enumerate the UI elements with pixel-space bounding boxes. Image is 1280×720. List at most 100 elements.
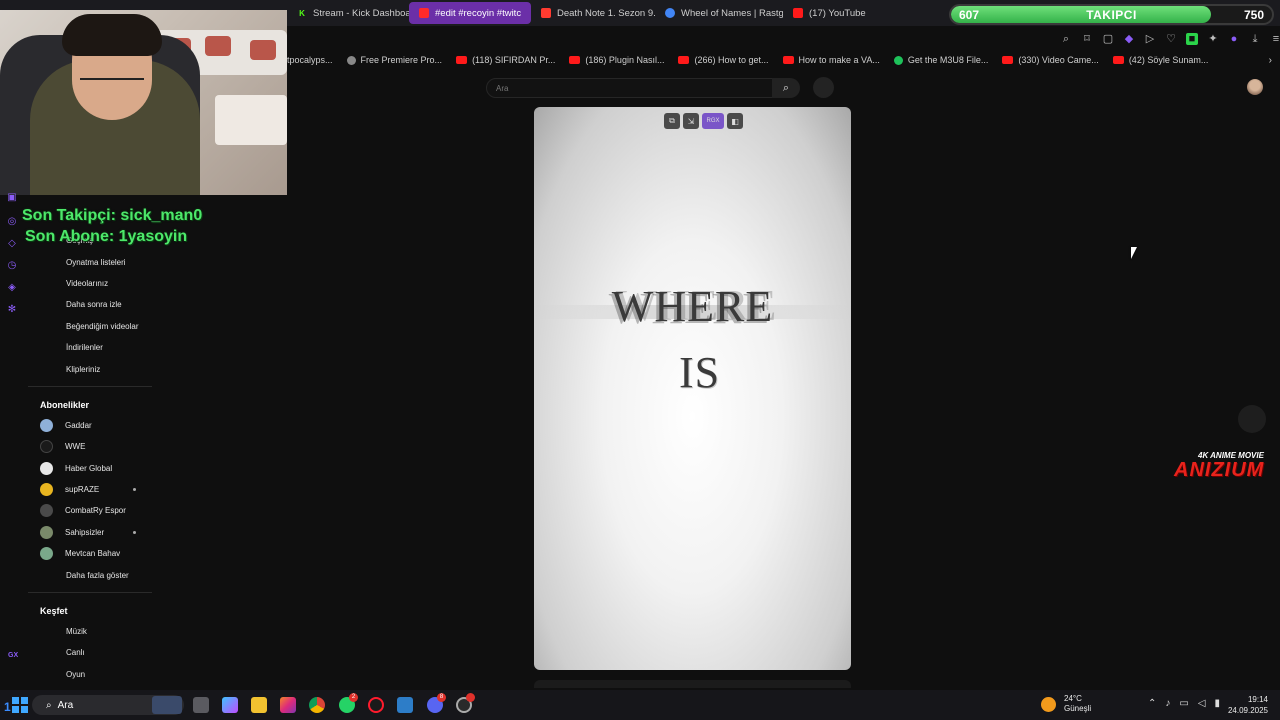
bookmark-label: (266) How to get... (694, 55, 769, 65)
copy-icon[interactable]: ⧉ (664, 113, 680, 129)
tab-wheel-of-names[interactable]: Wheel of Names | Rastge (655, 2, 783, 24)
zoom-icon[interactable]: ⌕ (1060, 33, 1072, 45)
sidebar-sub-wwe[interactable]: WWE (28, 436, 152, 457)
chevron-up-icon[interactable]: ⌃ (1148, 698, 1156, 709)
tab-death-note[interactable]: Death Note 1. Sezon 9. B (531, 2, 655, 24)
video-caption-line-1: WHERE (611, 282, 774, 331)
sidebar-item-music[interactable]: Müzik (28, 621, 152, 642)
bookmark-item[interactable]: (266) How to get... (678, 55, 769, 65)
pillow (250, 40, 276, 60)
sidebar-sub-combatry[interactable]: CombatRy Espor (28, 500, 152, 521)
tab-kick-dashboard[interactable]: K Stream - Kick Dashboard (287, 2, 409, 24)
history-icon[interactable]: ◷ (6, 260, 18, 272)
bookmark-icon[interactable]: ◇ (6, 238, 18, 250)
bookmark-label: tpocalyps... (287, 55, 333, 65)
streamer-hair (62, 14, 162, 56)
play-icon[interactable]: ▷ (1144, 33, 1156, 45)
search-input[interactable]: Ara (486, 78, 773, 98)
screenshot-icon[interactable]: ▢ (1102, 33, 1114, 45)
task-view-icon[interactable] (193, 697, 209, 713)
triangle-icon (541, 8, 551, 18)
weather-desc: Güneşli (1064, 704, 1092, 713)
goal-target: 750 (1243, 8, 1264, 22)
chevron-right-icon[interactable]: › (1269, 55, 1272, 66)
tab-youtube[interactable]: (17) YouTube (783, 2, 883, 24)
home-icon[interactable]: ◎ (6, 216, 18, 228)
puzzle-icon[interactable]: ✦ (1207, 33, 1219, 45)
sidebar-item-clips[interactable]: Klipleriniz (28, 358, 152, 379)
sidebar-sub-supraze[interactable]: supRAZE (28, 479, 152, 500)
sidebar-sub-mevtcan[interactable]: Mevtcan Bahav (28, 543, 152, 564)
menu-icon[interactable]: ≡ (1270, 33, 1280, 45)
shield-icon[interactable]: ◆ (1123, 33, 1135, 45)
battery-icon[interactable]: ▮ (1215, 698, 1221, 709)
taskbar-search-label: Ara (57, 699, 74, 711)
pip-icon[interactable]: ◧ (727, 113, 743, 129)
taskbar-clock[interactable]: 19:14 24.09.2025 (1226, 694, 1268, 716)
bookmark-item[interactable]: (42) Söyle Sunam... (1112, 55, 1208, 65)
sidebar-item-label: Daha sonra izle (66, 300, 122, 310)
bookmark-item[interactable]: (330) Video Came... (1002, 55, 1099, 65)
windows-start-icon[interactable] (12, 697, 28, 713)
kick-icon: K (299, 8, 305, 18)
gx-icon[interactable]: GX (8, 652, 18, 659)
sub-label: supRAZE (65, 485, 100, 495)
settings-icon[interactable]: ✻ (6, 304, 18, 316)
sub-label: Haber Global (65, 463, 113, 473)
avatar[interactable] (1247, 79, 1263, 95)
speaker-icon[interactable]: ◁ (1198, 698, 1206, 709)
rgx-button[interactable]: RGX (702, 113, 724, 129)
sidebar-sub-gaddar[interactable]: Gaddar (28, 415, 152, 436)
opera-gx-icon[interactable] (368, 697, 384, 713)
bookmark-item[interactable]: (186) Plugin Nasıl... (569, 55, 664, 65)
show-more-button[interactable]: Daha fazla göster (28, 564, 152, 585)
bookmark-label: Free Premiere Pro... (360, 55, 443, 65)
youtube-icon (419, 8, 429, 18)
sidebar-sub-sahipsizler[interactable]: Sahipsizler (28, 522, 152, 543)
sidebar-item-playlists[interactable]: Oynatma listeleri (28, 251, 152, 272)
divider (28, 591, 152, 593)
extension-green-icon[interactable]: ■ (1186, 33, 1198, 45)
app-icon[interactable] (397, 697, 413, 713)
chrome-icon[interactable] (309, 697, 325, 713)
sub-label: Gaddar (65, 420, 92, 430)
voice-search-button[interactable] (813, 77, 834, 98)
heart-icon[interactable]: ♡ (1165, 33, 1177, 45)
mic-icon[interactable]: ♪ (1165, 698, 1170, 709)
sidebar-item-gaming[interactable]: Oyun (28, 664, 152, 685)
left-icon-rail: ▣ ◎ ◇ ◷ ◈ ✻ (6, 192, 22, 326)
shorts-video-player[interactable]: WHERE IS (534, 107, 851, 670)
display-icon[interactable]: ▭ (1179, 698, 1188, 709)
bookmark-label: (186) Plugin Nasıl... (585, 55, 665, 65)
sidebar-item-watch-later[interactable]: Daha sonra izle (28, 294, 152, 315)
twitch-icon[interactable]: ▣ (6, 192, 18, 204)
open-external-icon[interactable]: ⇲ (683, 113, 699, 129)
avatar (40, 483, 53, 497)
pillow (205, 36, 231, 56)
sidebar-sub-haber-global[interactable]: Haber Global (28, 458, 152, 479)
tab-edit-recoyin[interactable]: #edit #recoyin #twitc (409, 2, 531, 24)
weather-widget[interactable]: 24°C Güneşli (1041, 694, 1091, 714)
bookmark-item[interactable]: How to make a VA... (782, 55, 880, 65)
profile-icon[interactable]: ● (1228, 33, 1240, 45)
instagram-icon[interactable] (280, 697, 296, 713)
bookmarks-bar: tpocalyps... Free Premiere Pro... (118) … (287, 52, 1280, 68)
chat-icon[interactable]: ◈ (6, 282, 18, 294)
bookmark-item[interactable]: (118) SIFIRDAN Pr... (456, 55, 555, 65)
bookmark-item[interactable]: tpocalyps... (287, 55, 333, 65)
widget-thumbnail[interactable] (152, 696, 182, 714)
bookmark-item[interactable]: Get the M3U8 File... (893, 55, 988, 65)
sidebar-item-liked-videos[interactable]: Beğendiğim videolar (28, 316, 152, 337)
avatar (40, 418, 53, 432)
search-button[interactable]: ⌕ (772, 78, 800, 98)
bookmark-item[interactable]: Free Premiere Pro... (346, 55, 443, 65)
file-explorer-icon[interactable] (251, 697, 267, 713)
next-video-peek (534, 680, 851, 688)
next-short-button[interactable] (1238, 405, 1266, 433)
sidebar-item-downloads[interactable]: İndirilenler (28, 337, 152, 358)
sidebar-item-live[interactable]: Canlı (28, 642, 152, 663)
copilot-icon[interactable] (222, 697, 238, 713)
bookmark-icon[interactable]: ⌑ (1081, 33, 1093, 45)
sidebar-item-your-videos[interactable]: Videolarınız (28, 273, 152, 294)
download-icon[interactable]: ⤓ (1249, 33, 1261, 45)
